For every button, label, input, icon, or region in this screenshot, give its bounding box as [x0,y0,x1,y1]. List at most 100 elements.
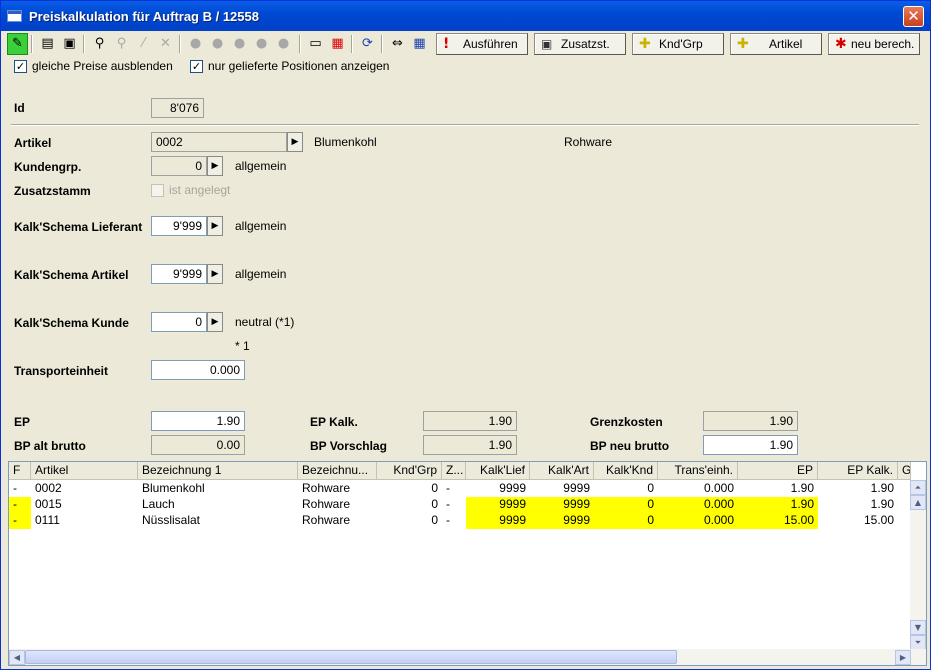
ks-lieferant-field[interactable]: 9'999 [151,216,207,236]
artikel-field[interactable]: 0002 [151,132,287,152]
circle-icon[interactable]: ● [229,33,250,55]
cell-z[interactable]: - [442,497,466,513]
table-delete-icon[interactable]: ▦ [327,33,348,55]
cell-kndgrp[interactable]: 0 [377,497,442,513]
circle-icon[interactable]: ● [251,33,272,55]
table-row[interactable]: -0015 Lauch Rohware 0-9999 9999 0 0.000 1.90 1.9… [9,497,911,513]
checkbox-box[interactable]: ✓ [190,59,203,73]
cell-kalk-art[interactable]: 9999 [530,513,594,529]
ks-lieferant-lookup-button[interactable]: ▶ [207,216,223,236]
circle-icon[interactable]: ● [185,33,206,55]
cell-bez2[interactable]: Rohware [298,513,377,529]
cell-artikel[interactable]: 0002 [31,481,138,497]
bp-neu-field[interactable]: 1.90 [703,435,798,455]
circle-icon[interactable]: ● [207,33,228,55]
cell-z[interactable]: - [442,513,466,529]
cell-ep[interactable]: 1.90 [738,481,818,497]
neu-berech-button[interactable]: ✱ neu berech. [828,33,920,55]
calendar-icon[interactable]: ▦ [409,33,430,55]
cell-bez2[interactable]: Rohware [298,497,377,513]
wand-icon[interactable]: ⁄ [133,33,154,55]
ausfuehren-button[interactable]: ! Ausführen [436,33,528,55]
search-icon[interactable]: ⚲ [111,33,132,55]
col-header-bez1[interactable]: Bezeichnung 1 [138,462,298,480]
ep-field[interactable]: 1.90 [151,411,245,431]
table-row[interactable]: -0002 Blumenkohl Rohware 0-9999 9999 0 0.000 1.… [9,481,911,497]
pencil-icon[interactable]: ✎ [7,33,28,55]
cell-kalk-art[interactable]: 9999 [530,497,594,513]
cell-trans[interactable]: 0.000 [658,513,738,529]
cell-f[interactable]: - [9,513,31,529]
col-header-artikel[interactable]: Artikel [31,462,138,480]
cell-kalk-art[interactable]: 9999 [530,481,594,497]
artikel-button[interactable]: ✚ Artikel [730,33,822,55]
cell-kndgrp[interactable]: 0 [377,513,442,529]
scroll-left-button[interactable]: ◀ [9,650,25,665]
cell-artikel[interactable]: 0111 [31,513,138,529]
cell-trans[interactable]: 0.000 [658,497,738,513]
cell-ep-kalk[interactable]: 1.90 [818,481,898,497]
cell-bez1[interactable]: Blumenkohl [138,481,298,497]
ks-kunde-field[interactable]: 0 [151,312,207,332]
kundengrp-lookup-button[interactable]: ▶ [207,156,223,176]
transport-field[interactable]: 0.000 [151,360,245,380]
cell-kalk-lief[interactable]: 9999 [466,481,530,497]
col-header-kndgrp[interactable]: Knd'Grp [377,462,442,480]
binoculars-icon[interactable]: ⚲ [89,33,110,55]
cell-ep[interactable]: 15.00 [738,513,818,529]
col-header-trans[interactable]: Trans'einh. [658,462,738,480]
cell-ep-kalk[interactable]: 15.00 [818,513,898,529]
hide-same-prices-checkbox[interactable]: ✓ gleiche Preise ausblenden [14,59,173,73]
cell-kalk-lief[interactable]: 9999 [466,497,530,513]
resize-icon[interactable]: ⇔ [387,33,408,55]
cell-trans[interactable]: 0.000 [658,481,738,497]
artikel-lookup-button[interactable]: ▶ [287,132,303,152]
cell-bez1[interactable]: Lauch [138,497,298,513]
col-header-g[interactable]: G [898,462,911,480]
scroll-right-button[interactable]: ▶ [895,650,911,665]
col-header-ep[interactable]: EP [738,462,818,480]
cell-bez2[interactable]: Rohware [298,481,377,497]
horizontal-scrollbar[interactable]: ◀ ▶ [9,649,926,665]
cell-kalk-knd[interactable]: 0 [594,481,658,497]
cell-z[interactable]: - [442,481,466,497]
scroll-bottom-button[interactable]: ⏷ [910,635,926,650]
cell-bez1[interactable]: Nüsslisalat [138,513,298,529]
cell-kalk-lief[interactable]: 9999 [466,513,530,529]
cell-kalk-knd[interactable]: 0 [594,497,658,513]
col-header-bez2[interactable]: Bezeichnu... [298,462,377,480]
printer-icon[interactable]: ▤ [37,33,58,55]
cell-kalk-knd[interactable]: 0 [594,513,658,529]
refresh-icon[interactable]: ⟳ [357,33,378,55]
kundengrp-field[interactable]: 0 [151,156,207,176]
scroll-up-button[interactable]: ▲ [910,495,926,510]
col-header-ep-kalk[interactable]: EP Kalk. [818,462,898,480]
close-button[interactable]: ✕ [903,6,924,27]
circle-icon[interactable]: ● [273,33,294,55]
kndgrp-button[interactable]: ✚ Knd'Grp [632,33,724,55]
cell-ep-kalk[interactable]: 1.90 [818,497,898,513]
scroll-top-button[interactable]: ⏶ [910,480,926,495]
table-row[interactable]: -0111 Nüsslisalat Rohware 0-9999 9999 0 0.000 1… [9,513,911,529]
col-header-kalk-knd[interactable]: Kalk'Knd [594,462,658,480]
cell-f[interactable]: - [9,481,31,497]
delete-icon[interactable]: ✕ [155,33,176,55]
save-icon[interactable]: ▣ [59,33,80,55]
col-header-f[interactable]: F [9,462,31,480]
col-header-kalk-lief[interactable]: Kalk'Lief [466,462,530,480]
cell-kndgrp[interactable]: 0 [377,481,442,497]
cell-artikel[interactable]: 0015 [31,497,138,513]
ks-artikel-field[interactable]: 9'999 [151,264,207,284]
minus-icon[interactable]: ▭ [305,33,326,55]
ks-artikel-lookup-button[interactable]: ▶ [207,264,223,284]
only-delivered-checkbox[interactable]: ✓ nur gelieferte Positionen anzeigen [190,59,389,73]
scroll-down-button[interactable]: ▼ [910,620,926,635]
cell-ep[interactable]: 1.90 [738,497,818,513]
col-header-z[interactable]: Z... [442,462,466,480]
ks-kunde-lookup-button[interactable]: ▶ [207,312,223,332]
zusatzst-button[interactable]: ▣ Zusatzst. [534,33,626,55]
cell-f[interactable]: - [9,497,31,513]
checkbox-box[interactable]: ✓ [14,59,27,73]
horizontal-scroll-thumb[interactable] [25,650,677,664]
vertical-scrollbar[interactable]: ⏶ ▲ ▼ ⏷ [910,480,926,650]
